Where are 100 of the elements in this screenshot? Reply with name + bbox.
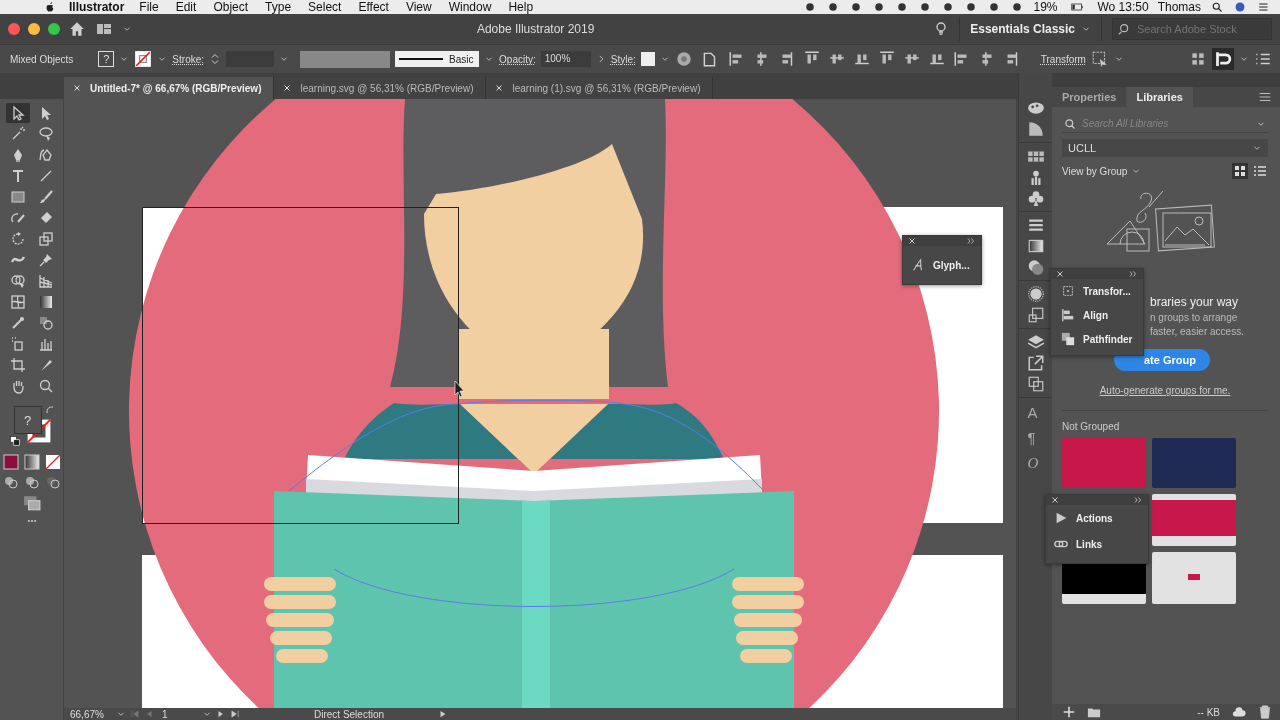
appearance-icon[interactable] [1026,285,1045,303]
panel-item[interactable]: Glyph... [903,246,981,284]
minimize-window-button[interactable] [28,23,40,35]
search-icon [37,378,54,394]
menu-item[interactable]: Select [308,0,342,14]
zoom-level-field[interactable]: 66,67% [70,708,112,720]
close-icon[interactable] [494,83,505,93]
graphic-styles-icon[interactable] [1026,306,1045,324]
siri-icon[interactable] [1233,1,1247,13]
pushpin-icon [37,252,54,268]
graphic-style-swatch[interactable] [640,52,655,66]
view-by-dropdown[interactable]: View by Group [1062,165,1142,177]
snap-icon[interactable] [1212,48,1234,70]
add-icon[interactable] [1062,705,1076,719]
menu-item[interactable]: View [405,0,432,14]
gradient-mode-icon[interactable] [23,454,40,470]
panel-glyph-icon[interactable]: A [1023,402,1048,424]
stroke-lines-icon[interactable] [1026,216,1045,234]
trash-icon[interactable] [1258,705,1272,719]
close-icon[interactable] [72,83,82,93]
transform-link[interactable]: Transform [1040,53,1086,65]
panel-glyph-icon[interactable]: ¶ [1023,427,1048,449]
palette-icon[interactable] [1026,99,1045,117]
close-icon[interactable] [1051,496,1059,504]
opacity-field[interactable]: 100% [540,51,591,67]
variable-width-profile-dropdown[interactable] [300,50,391,68]
logo-thumbnail[interactable] [1152,552,1236,604]
stroke-label[interactable]: Stroke: [172,53,205,65]
panel-item[interactable]: Transfor... [1051,279,1143,303]
expand-icon[interactable] [966,237,976,245]
draw-normal-icon[interactable] [2,474,19,490]
artboard-number-field[interactable]: 1 [158,708,198,720]
menu-item[interactable]: Help [508,0,534,14]
panel-item[interactable]: Links [1046,531,1148,557]
play-icon [1054,511,1068,525]
transparency-icon[interactable] [1026,258,1045,276]
menu-icon[interactable] [1258,90,1272,104]
expand-icon[interactable] [1133,496,1143,504]
grid-icon[interactable] [1189,50,1207,68]
logo-thumbnail[interactable] [1152,494,1236,546]
none-mode-icon[interactable] [44,454,61,470]
default-colors-icon[interactable] [9,436,20,446]
tool-button[interactable] [5,103,30,123]
export-icon[interactable] [1026,354,1045,372]
section-heading: Not Grouped [1062,421,1121,432]
grid-view-icon[interactable] [1232,163,1248,179]
close-window-button[interactable] [8,23,20,35]
search-icon[interactable] [1210,1,1224,13]
last-artboard-icon[interactable] [230,709,240,719]
expand-icon[interactable] [1128,270,1138,278]
draw-behind-icon[interactable] [23,474,40,490]
close-icon[interactable] [282,83,293,93]
artboards-icon[interactable] [1026,375,1045,393]
document-tab[interactable]: Untitled-7* @ 66,67% (RGB/Preview) [64,77,275,99]
menu-item[interactable]: Effect [358,0,389,14]
draw-inside-icon[interactable] [44,474,61,490]
menu-item[interactable]: File [139,0,159,14]
panel-item[interactable]: Align [1051,303,1143,327]
menu-item[interactable]: Object [213,0,249,14]
menu-title[interactable]: Illustrator [69,0,125,14]
list-icon[interactable] [1256,1,1270,13]
workspace-switcher[interactable]: Essentials Classic [959,17,1102,41]
list-view-icon[interactable] [1252,163,1268,179]
home-icon[interactable] [68,20,86,38]
close-icon[interactable] [908,237,916,245]
auto-generate-link[interactable]: Auto-generate groups for me. [1062,385,1268,396]
panel-item[interactable]: Pathfinder [1051,327,1143,351]
zoom-window-button[interactable] [48,23,60,35]
brush-definition-dropdown[interactable]: Basic [395,51,480,67]
close-icon[interactable] [1056,270,1064,278]
color-guide-icon[interactable] [1026,120,1045,138]
battery-percentage: 19% [1033,0,1058,14]
panel-tab[interactable]: Libraries [1126,87,1193,107]
menu-item[interactable]: Edit [175,0,197,14]
menu-item[interactable]: Type [265,0,292,14]
panel-glyph-icon[interactable]: O [1023,452,1048,474]
layers-icon[interactable] [1026,333,1045,351]
menu-user[interactable]: Thomas [1157,0,1201,14]
cloud-icon[interactable] [1230,705,1248,719]
panel-tab[interactable]: Properties [1052,87,1127,107]
color-wheel-icon[interactable] [674,50,693,68]
workspace-layout-icon[interactable] [94,21,114,37]
opacity-label[interactable]: Opacity: [499,53,536,65]
stroke-swatch-icon[interactable] [134,50,153,68]
puppet-warp-icon[interactable] [1090,50,1109,68]
stock-search-field[interactable]: Search Adobe Stock [1112,18,1272,40]
color-swatch[interactable] [1152,438,1236,488]
menu-clock[interactable]: Wo 13:50 [1097,0,1149,14]
color-swatch[interactable] [1062,438,1146,488]
panel-item[interactable]: Actions [1046,505,1148,531]
menu-item[interactable]: Window [448,0,492,14]
current-tool-label: Direct Selection [314,708,386,720]
fill-swatch[interactable]: ? [98,51,115,67]
fill-color-box[interactable]: ? [13,406,42,434]
selected-artwork-drawing[interactable] [142,99,804,708]
library-dropdown[interactable]: UCLL [1062,139,1268,157]
color-mode-icon[interactable] [2,454,19,470]
club-icon[interactable] [1026,189,1045,207]
curve-pen-icon [37,147,54,163]
gradient-icon[interactable] [1026,237,1045,255]
